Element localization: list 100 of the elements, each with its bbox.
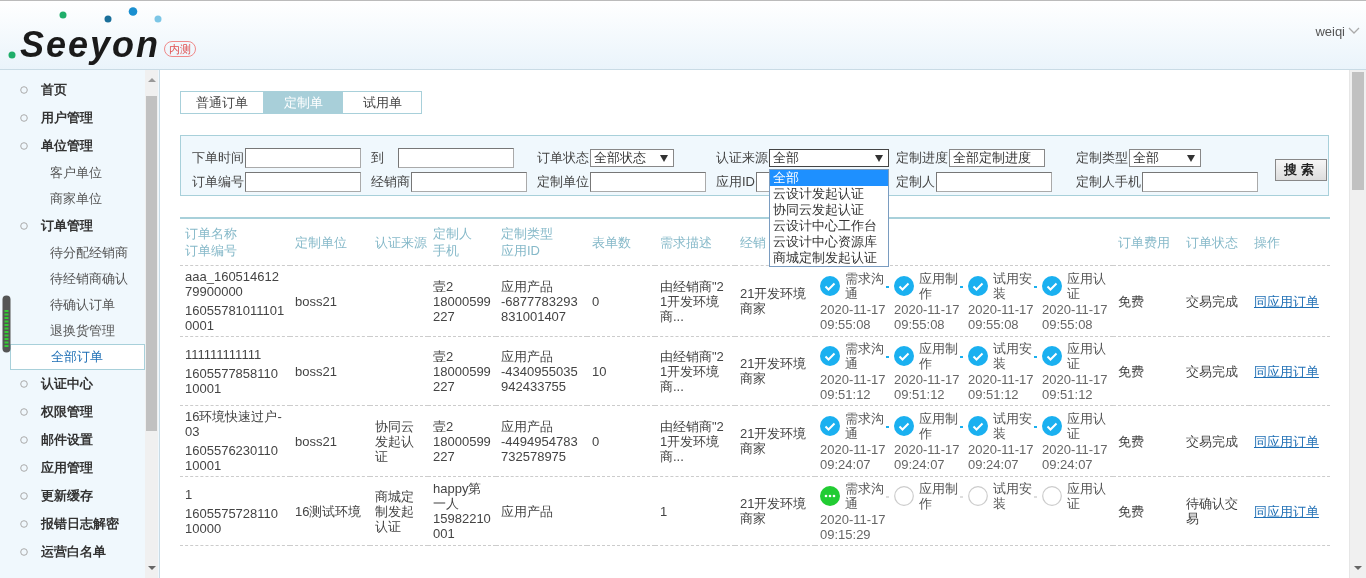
order-link[interactable]: 同应用订单 bbox=[1254, 363, 1319, 379]
step-connector bbox=[886, 286, 889, 288]
sidebar-item[interactable]: 待确认订单 bbox=[0, 292, 145, 318]
field-label: 定制单位 bbox=[537, 173, 589, 191]
custom-type: 应用产品 bbox=[501, 278, 554, 294]
order-name: 1 bbox=[185, 486, 194, 502]
step-time: 2020-11-17 09:55:08 bbox=[1042, 302, 1109, 332]
input-field[interactable] bbox=[936, 172, 1052, 192]
table-cell: 免费 bbox=[1113, 405, 1181, 477]
column-header: 订单编号 bbox=[185, 242, 237, 259]
step-time: 2020-11-17 09:51:12 bbox=[968, 372, 1035, 402]
sidebar-item[interactable]: 报错日志解密 bbox=[0, 510, 145, 538]
step-label: 试用安装 bbox=[993, 480, 1033, 511]
table-cell: 21开发环境商家 bbox=[735, 405, 815, 477]
input-field[interactable] bbox=[590, 172, 706, 192]
select-field[interactable]: 全部 bbox=[769, 149, 889, 167]
order-name: 111111111111 bbox=[185, 346, 263, 362]
step-label: 应用认证 bbox=[1067, 410, 1107, 441]
table-cell: 由经销商"21开发环境商... bbox=[655, 405, 735, 477]
sidebar-item[interactable]: 认证中心 bbox=[0, 370, 145, 398]
dropdown-option[interactable]: 商城定制发起认证 bbox=[770, 250, 888, 266]
search-button[interactable]: 搜索 bbox=[1275, 159, 1327, 181]
step-time: 2020-11-17 09:24:07 bbox=[968, 442, 1035, 472]
step-time: 2020-11-17 09:15:29 bbox=[820, 512, 887, 542]
empty-circle-icon bbox=[894, 485, 914, 506]
logo: Seeyon bbox=[20, 27, 161, 63]
step-connector bbox=[886, 426, 889, 428]
sidebar-item[interactable]: 权限管理 bbox=[0, 398, 145, 426]
table-cell: 交易完成 bbox=[1181, 405, 1249, 477]
column-header: 应用ID bbox=[501, 242, 540, 259]
select-field[interactable]: 全部 bbox=[1129, 149, 1201, 167]
step-connector bbox=[1034, 356, 1037, 358]
column-header: 订单费用 bbox=[1118, 233, 1170, 251]
select-field[interactable]: 全部状态 bbox=[590, 149, 674, 167]
step-time: 2020-11-17 09:24:07 bbox=[820, 442, 887, 472]
table-cell: 0 bbox=[587, 265, 655, 337]
custom-type: 应用产品 bbox=[501, 503, 554, 519]
sidebar-item[interactable]: 待经销商确认 bbox=[0, 266, 145, 292]
phone-number: 15982210001 bbox=[433, 511, 491, 541]
order-link[interactable]: 同应用订单 bbox=[1254, 293, 1319, 309]
dropdown-option[interactable]: 云设计中心资源库 bbox=[770, 234, 888, 250]
caret-icon bbox=[875, 154, 883, 162]
sidebar-item[interactable]: 退换货管理 bbox=[0, 318, 145, 344]
sidebar-item[interactable]: 待分配经销商 bbox=[0, 240, 145, 266]
order-number: 160557810111010001 bbox=[185, 303, 285, 333]
column-header: 订单状态 bbox=[1186, 233, 1238, 251]
step-connector bbox=[1034, 286, 1037, 288]
sidebar-item[interactable]: 商家单位 bbox=[0, 186, 145, 212]
bullet-icon bbox=[20, 114, 28, 122]
owner-name: 壹2 bbox=[433, 348, 455, 364]
step-label: 应用认证 bbox=[1067, 480, 1107, 511]
sidebar-item[interactable]: 订单管理 bbox=[0, 212, 145, 240]
caret-icon bbox=[1187, 154, 1195, 162]
bullet-icon bbox=[20, 436, 28, 444]
step-label: 试用安装 bbox=[993, 410, 1033, 441]
table-cell: 21开发环境商家 bbox=[735, 336, 815, 406]
step-label: 应用制作 bbox=[919, 340, 959, 371]
caret-icon bbox=[660, 154, 668, 162]
check-circle-icon bbox=[894, 345, 914, 366]
input-field[interactable] bbox=[1142, 172, 1258, 192]
sidebar-item[interactable]: 全部订单 bbox=[10, 344, 145, 370]
column-header: 定制单位 bbox=[295, 233, 347, 251]
check-circle-icon bbox=[820, 275, 840, 296]
input-field[interactable] bbox=[245, 148, 361, 168]
scrollbar[interactable] bbox=[145, 70, 158, 578]
select-field[interactable]: 全部定制进度 bbox=[949, 149, 1045, 167]
field-label: 经销商 bbox=[371, 173, 410, 191]
step-label: 应用制作 bbox=[919, 480, 959, 511]
check-circle-icon bbox=[968, 415, 988, 436]
scrollbar[interactable] bbox=[1349, 70, 1366, 578]
dropdown-option[interactable]: 协同云发起认证 bbox=[770, 202, 888, 218]
table-cell: 21开发环境商家 bbox=[735, 476, 815, 546]
step-time: 2020-11-17 09:55:08 bbox=[894, 302, 961, 332]
step-label: 试用安装 bbox=[993, 340, 1033, 371]
input-field[interactable] bbox=[398, 148, 514, 168]
check-circle-icon bbox=[820, 345, 840, 366]
order-link[interactable]: 同应用订单 bbox=[1254, 433, 1319, 449]
input-field[interactable] bbox=[245, 172, 361, 192]
phone-number: 18000599227 bbox=[433, 293, 491, 324]
input-field[interactable] bbox=[411, 172, 527, 192]
custom-type: 应用产品 bbox=[501, 348, 554, 364]
check-circle-icon bbox=[968, 345, 988, 366]
step-time: 2020-11-17 09:51:12 bbox=[1042, 372, 1109, 402]
user-name[interactable]: weiqi bbox=[1315, 23, 1345, 39]
dropdown-option[interactable]: 云设计发起认证 bbox=[770, 186, 888, 202]
table-cell: 1 bbox=[655, 476, 735, 546]
column-header: 手机 bbox=[433, 242, 459, 259]
sidebar-item[interactable]: 单位管理 bbox=[0, 132, 145, 160]
sidebar-item[interactable]: 用户管理 bbox=[0, 104, 145, 132]
sidebar-item[interactable]: 更新缓存 bbox=[0, 482, 145, 510]
sidebar-item[interactable]: 客户单位 bbox=[0, 160, 145, 186]
bullet-icon bbox=[20, 464, 28, 472]
ellipsis-circle-icon bbox=[820, 485, 840, 506]
dropdown-option[interactable]: 云设计中心工作台 bbox=[770, 218, 888, 234]
column-header: 订单名称 bbox=[185, 225, 237, 242]
sidebar-item[interactable]: 首页 bbox=[0, 76, 145, 104]
sidebar-item[interactable]: 应用管理 bbox=[0, 454, 145, 482]
order-link[interactable]: 同应用订单 bbox=[1254, 503, 1319, 519]
sidebar-item[interactable]: 运营白名单 bbox=[0, 538, 145, 566]
sidebar-item[interactable]: 邮件设置 bbox=[0, 426, 145, 454]
